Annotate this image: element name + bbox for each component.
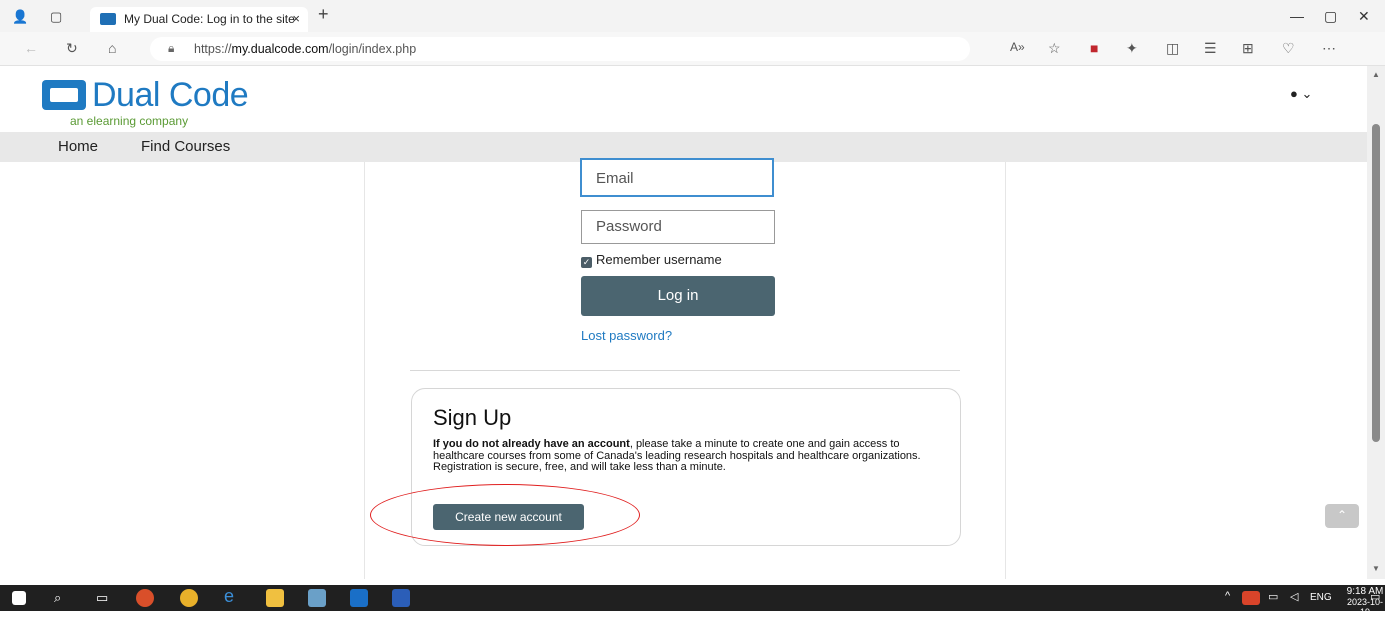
scroll-up-icon[interactable]: ▲	[1372, 70, 1380, 79]
page-scrollbar[interactable]: ▲ ▼	[1367, 66, 1385, 579]
remember-label: Remember username	[596, 252, 722, 267]
restore-button[interactable]: ▢	[1324, 8, 1337, 25]
internet-explorer-icon[interactable]: e	[224, 586, 234, 607]
remember-username[interactable]: ✓ Remember username	[581, 252, 722, 268]
site-favicon-icon	[100, 13, 116, 25]
more-menu-icon[interactable]: ⋯	[1322, 40, 1336, 57]
web-page: Dual Code an elearning company ● ⌄ Home …	[0, 66, 1367, 579]
word-icon[interactable]	[392, 589, 410, 607]
refresh-icon[interactable]: ↻	[66, 40, 78, 57]
password-field[interactable]: Password	[581, 210, 775, 244]
volume-icon[interactable]: ◁	[1290, 590, 1298, 603]
tab-close-icon[interactable]: ×	[292, 11, 300, 26]
favorites-icon[interactable]: ☰	[1204, 40, 1217, 57]
scrollbar-thumb[interactable]	[1372, 124, 1380, 442]
minimize-button[interactable]: —	[1290, 8, 1304, 24]
chrome-icon[interactable]	[180, 589, 198, 607]
url-prefix: https://	[194, 42, 232, 56]
read-aloud-icon[interactable]: A»	[1010, 40, 1025, 54]
url-path: /login/index.php	[328, 42, 417, 56]
outlook-icon[interactable]	[350, 589, 368, 607]
signup-description: If you do not already have an account, p…	[433, 438, 943, 474]
network-icon[interactable]: ▭	[1268, 590, 1278, 603]
split-screen-icon[interactable]: ◫	[1166, 40, 1179, 57]
browser-tab-active[interactable]: My Dual Code: Log in to the site ×	[90, 7, 308, 32]
close-window-button[interactable]: ✕	[1358, 8, 1370, 25]
tab-title: My Dual Code: Log in to the site	[124, 12, 295, 26]
windows-taskbar: ⌕ ▭ e ^ ▭ ◁ ENG 9:18 AM 2023-10-19 ▭	[0, 585, 1385, 617]
tray-app-icon[interactable]	[1242, 591, 1260, 605]
address-toolbar: ← ↻ ⌂ 🔒︎ https://my.dualcode.com/login/i…	[0, 32, 1385, 66]
lock-icon: 🔒︎	[168, 41, 175, 55]
logo-mark-icon	[42, 80, 86, 110]
divider	[410, 370, 960, 371]
chevron-down-icon: ⌄	[1301, 86, 1313, 101]
globe-icon: ●	[1290, 86, 1298, 101]
annotation-ellipse	[370, 484, 640, 546]
profile-icon[interactable]: 👤	[12, 9, 28, 25]
lost-password-link[interactable]: Lost password?	[581, 328, 672, 343]
search-icon[interactable]: ⌕	[54, 590, 61, 606]
logo-tagline: an elearning company	[70, 114, 189, 128]
task-view-icon[interactable]: ▭	[96, 590, 108, 606]
favorite-star-icon[interactable]: ☆	[1048, 40, 1061, 57]
notifications-icon[interactable]: ▭	[1370, 590, 1380, 603]
browser-tab-bar: 👤 ▢ My Dual Code: Log in to the site × +…	[0, 0, 1385, 32]
tab-actions-icon[interactable]: ▢	[50, 9, 62, 25]
login-button[interactable]: Log in	[581, 276, 775, 316]
scroll-to-top-button[interactable]: ⌃	[1325, 504, 1359, 528]
extension-icon[interactable]: ■	[1090, 40, 1098, 56]
language-indicator[interactable]: ENG	[1310, 592, 1332, 603]
scroll-down-icon[interactable]: ▼	[1372, 564, 1380, 573]
checkbox-checked-icon[interactable]: ✓	[581, 257, 592, 268]
email-field[interactable]: Email	[580, 158, 774, 197]
language-menu[interactable]: ● ⌄	[1290, 86, 1312, 102]
back-icon[interactable]: ←	[24, 40, 38, 56]
logo-brand: Dual Code	[92, 76, 249, 114]
extensions-puzzle-icon[interactable]: ✦	[1126, 40, 1138, 57]
tray-chevron-icon[interactable]: ^	[1225, 590, 1230, 602]
nav-find-courses[interactable]: Find Courses	[141, 138, 230, 155]
app-icon[interactable]	[136, 589, 154, 607]
file-explorer-icon[interactable]	[266, 589, 284, 607]
start-icon[interactable]	[12, 591, 26, 605]
browser-essentials-icon[interactable]: ♡	[1282, 40, 1295, 57]
site-logo[interactable]: Dual Code an elearning company	[40, 76, 280, 128]
address-bar[interactable]: 🔒︎ https://my.dualcode.com/login/index.p…	[150, 37, 970, 61]
url-host: my.dualcode.com	[231, 42, 329, 56]
site-header: Dual Code an elearning company ● ⌄	[0, 66, 1367, 132]
nav-home[interactable]: Home	[58, 138, 98, 155]
collections-icon[interactable]: ⊞	[1242, 40, 1254, 57]
calculator-icon[interactable]	[308, 589, 326, 607]
new-tab-button[interactable]: +	[318, 4, 329, 25]
signup-title: Sign Up	[433, 405, 512, 430]
home-icon[interactable]: ⌂	[108, 40, 116, 56]
signup-lead: If you do not already have an account	[433, 438, 630, 450]
